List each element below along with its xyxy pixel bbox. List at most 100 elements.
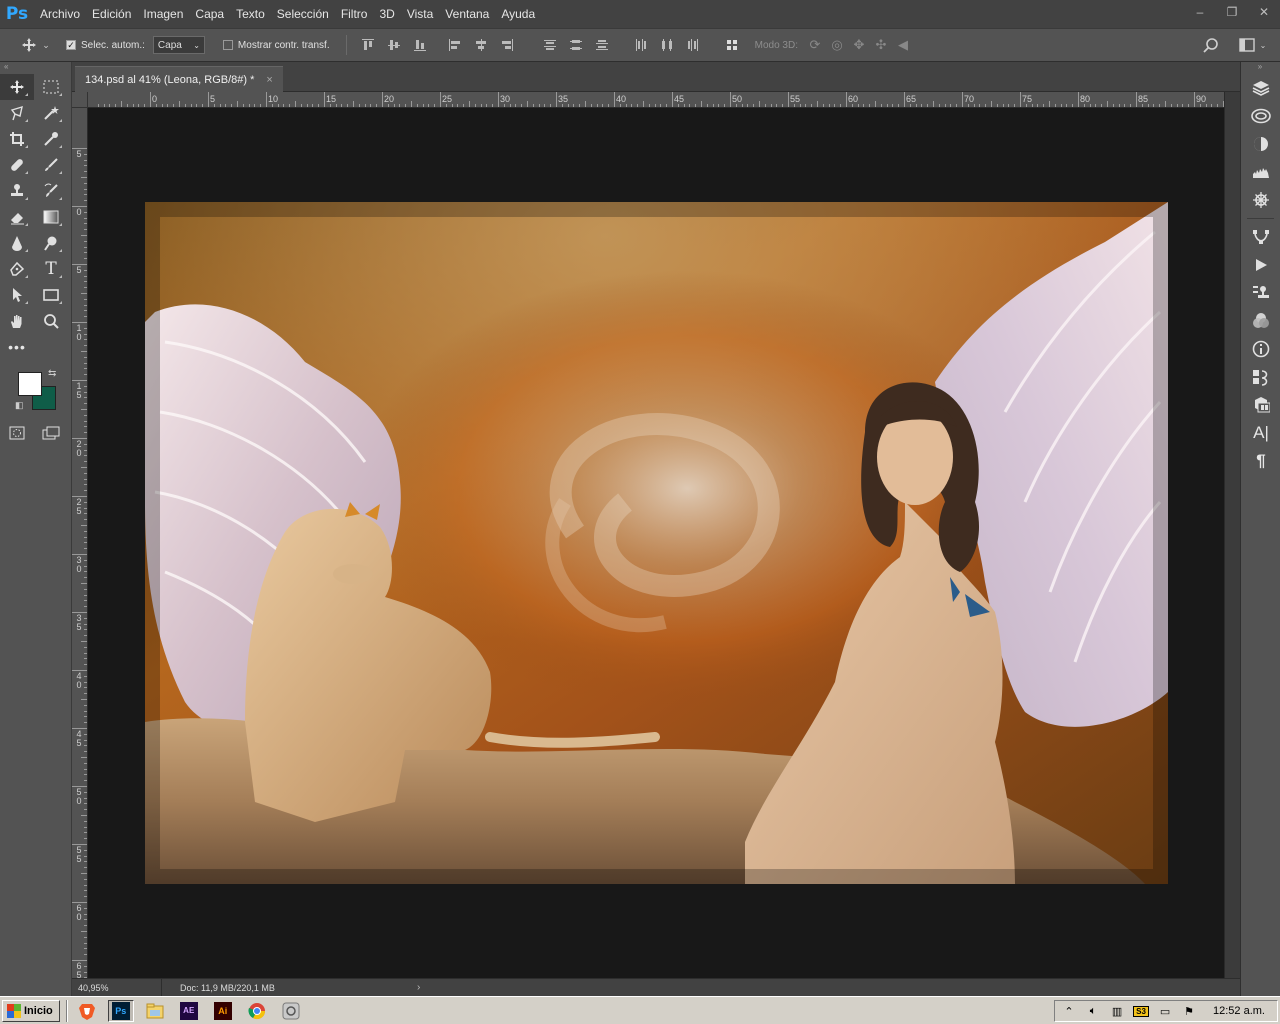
photoshop-app-icon[interactable]: Ps [107,999,134,1022]
auto-align-layers-icon[interactable] [719,34,745,56]
menu-ayuda[interactable]: Ayuda [495,0,541,28]
hand-icon[interactable] [0,308,34,334]
history-brush-icon[interactable] [34,178,68,204]
default-colors-icon[interactable]: ◧ [15,400,24,411]
blur-icon[interactable] [0,230,34,256]
distribute-horizontal-centers-icon[interactable] [654,34,680,56]
move-tool-icon[interactable] [0,74,34,100]
menu-seleccion[interactable]: Selección [271,0,335,28]
distribute-top-edges-icon[interactable] [537,34,563,56]
panel-collapse-icon[interactable]: « [0,62,71,74]
clone-source-panel-icon[interactable] [1241,279,1280,307]
workspace-chevron-icon[interactable]: ⌄ [1256,34,1270,56]
app-badge-icon[interactable]: S3 [1133,1003,1149,1019]
vertical-scrollbar[interactable] [1224,92,1240,978]
channels-panel-icon[interactable] [1241,307,1280,335]
tool-preset-chevron-icon[interactable]: ⌄ [40,34,52,56]
menu-texto[interactable]: Texto [230,0,271,28]
restore-button[interactable]: ❐ [1216,0,1248,24]
gradient-icon[interactable] [34,204,68,230]
zoom-level-field[interactable]: 40,95% [72,978,162,997]
distribute-vertical-centers-icon[interactable] [563,34,589,56]
distribute-bottom-edges-icon[interactable] [589,34,615,56]
magic-wand-icon[interactable] [34,100,68,126]
vertical-ruler[interactable]: 5 0 5 1 0 1 5 2 0 2 5 3 0 3 5 4 0 4 5 5 0 5 5 6 0 6 5 [72,108,88,978]
close-tab-icon[interactable]: × [266,74,272,86]
menu-capa[interactable]: Capa [189,0,230,28]
auto-select-checkbox[interactable]: ✓ [66,40,76,50]
illustrator-app-icon[interactable]: Ai [210,1000,236,1022]
after-effects-app-icon[interactable]: AE [176,1000,202,1022]
show-transform-checkbox[interactable] [222,40,233,50]
libraries-panel-icon[interactable] [1241,102,1280,130]
3d-slide-icon[interactable]: ✣ [870,34,892,56]
dock-collapse-icon[interactable]: » [1241,62,1280,74]
swap-colors-icon[interactable]: ⇆ [48,368,56,379]
align-top-edges-icon[interactable] [355,34,381,56]
crop-icon[interactable] [0,126,34,152]
align-horizontal-centers-icon[interactable] [468,34,494,56]
info-panel-icon[interactable] [1241,335,1280,363]
brave-app-icon[interactable] [74,1000,100,1022]
healing-brush-icon[interactable] [0,152,34,178]
3d-scale-icon[interactable]: ◀ [892,34,914,56]
move-icon[interactable] [18,34,40,56]
paths-panel-icon[interactable] [1241,223,1280,251]
actions-panel-icon[interactable] [1241,251,1280,279]
distribute-left-edges-icon[interactable] [628,34,654,56]
layers-panel-icon[interactable] [1241,74,1280,102]
ruler-origin[interactable] [72,92,88,108]
3d-roll-icon[interactable]: ◎ [826,34,848,56]
minimize-button[interactable]: – [1184,0,1216,24]
history-panel-icon[interactable] [1241,363,1280,391]
explorer-app-icon[interactable] [142,1000,168,1022]
rectangle-icon[interactable] [34,282,68,308]
menu-imagen[interactable]: Imagen [137,0,189,28]
histogram-panel-icon[interactable] [1241,158,1280,186]
menu-3d[interactable]: 3D [373,0,400,28]
align-bottom-edges-icon[interactable] [407,34,433,56]
menu-edicion[interactable]: Edición [86,0,137,28]
eyedropper-icon[interactable] [34,126,68,152]
align-vertical-centers-icon[interactable] [381,34,407,56]
action-center-flag-icon[interactable]: ⚑ [1181,1003,1197,1019]
document-tab[interactable]: 134.psd al 41% (Leona, RGB/8#) * × [75,66,283,92]
chrome-app-icon[interactable] [244,1000,270,1022]
align-right-edges-icon[interactable] [494,34,520,56]
path-selection-icon[interactable] [0,282,34,308]
paragraph-panel-icon[interactable]: ¶ [1241,447,1280,475]
misc-app-icon[interactable] [278,1000,304,1022]
clone-stamp-icon[interactable] [0,178,34,204]
adjustments-panel-icon[interactable] [1241,130,1280,158]
menu-vista[interactable]: Vista [401,0,439,28]
horizontal-ruler[interactable]: 0 5 10 15 20 25 30 35 40 45 50 55 60 65 70 75 80 85 90 [88,92,1224,108]
show-hidden-icons-icon[interactable]: ⌃ [1061,1003,1077,1019]
canvas-area[interactable] [88,108,1224,978]
auto-select-target-dropdown[interactable]: Capa ⌄ [152,36,205,54]
3d-pan-icon[interactable]: ✥ [848,34,870,56]
pen-icon[interactable] [0,256,34,282]
dodge-icon[interactable] [34,230,68,256]
start-button[interactable]: Inicio [2,999,60,1022]
network-icon[interactable]: ▥ [1109,1003,1125,1019]
3d-panel-icon[interactable] [1241,391,1280,419]
status-menu-arrow-icon[interactable]: › [417,982,420,993]
volume-icon[interactable]: 🔈︎ [1085,1003,1101,1019]
menu-filtro[interactable]: Filtro [335,0,374,28]
rectangular-marquee-icon[interactable] [34,74,68,100]
workspace-icon[interactable] [1236,34,1258,56]
brush-icon[interactable] [34,152,68,178]
zoom-icon[interactable] [34,308,68,334]
3d-orbit-icon[interactable]: ⟳ [804,34,826,56]
align-left-edges-icon[interactable] [442,34,468,56]
character-panel-icon[interactable]: A| [1241,419,1280,447]
edit-toolbar-icon[interactable]: ••• [0,334,34,360]
quick-mask-icon[interactable] [0,420,34,446]
eraser-icon[interactable] [0,204,34,230]
close-button[interactable]: ✕ [1248,0,1280,24]
lasso-icon[interactable] [0,100,34,126]
display-icon[interactable]: ▭ [1157,1003,1173,1019]
screen-mode-icon[interactable] [34,420,68,446]
menu-ventana[interactable]: Ventana [439,0,495,28]
navigator-panel-icon[interactable] [1241,186,1280,214]
